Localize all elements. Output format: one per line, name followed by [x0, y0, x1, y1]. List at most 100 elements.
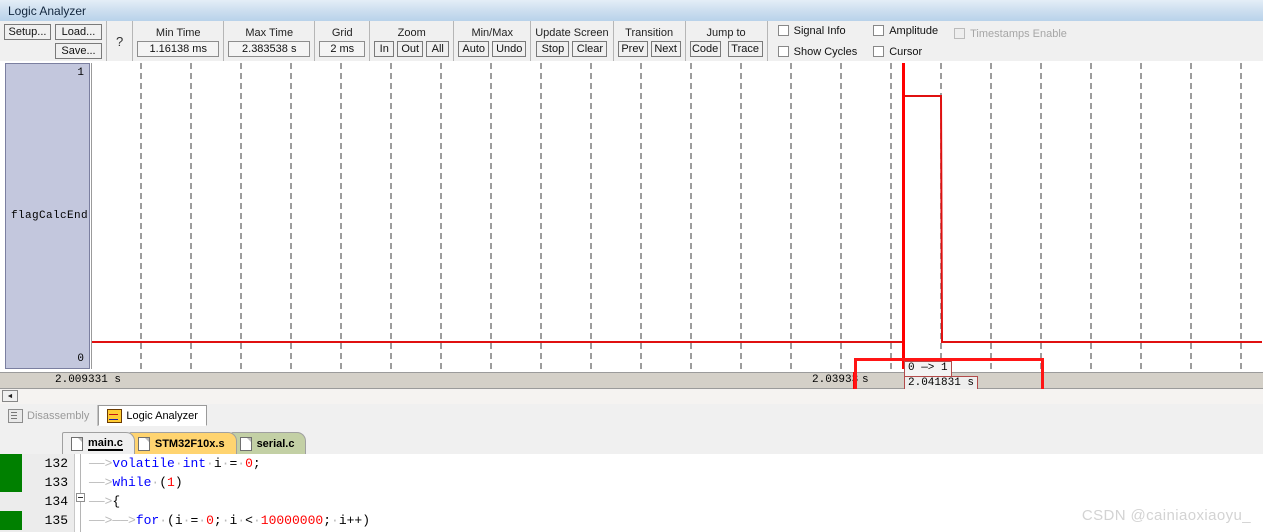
window-title: Logic Analyzer	[8, 3, 87, 18]
signal-info-checkbox[interactable]	[777, 25, 789, 36]
code-coverage-marker	[0, 511, 22, 530]
transition-prev-button[interactable]: Prev	[617, 41, 648, 57]
jump-to-code-button[interactable]: Code	[689, 41, 721, 57]
signal-waveform	[92, 95, 1262, 343]
cursor-checkbox-row[interactable]: Cursor	[873, 43, 938, 60]
timestamps-enable-checkbox-row: Timestamps Enable	[954, 25, 1067, 42]
help-group: ?	[107, 21, 134, 61]
transition-group: Transition Prev Next	[614, 21, 686, 61]
code-line: ——>while·(1)	[89, 475, 183, 490]
fold-gutter[interactable]	[75, 454, 89, 532]
time-cursor-line[interactable]	[902, 63, 905, 369]
transition-label: Transition	[625, 26, 674, 39]
cursor-label: Cursor	[889, 45, 923, 58]
file-tab-main-c[interactable]: main.c	[62, 432, 135, 454]
file-buttons-group: Setup... Load... Save...	[0, 21, 107, 61]
line-number: 133	[44, 475, 68, 490]
amplitude-checkbox[interactable]	[873, 25, 885, 36]
file-tab-serial-c[interactable]: serial.c	[230, 432, 307, 454]
line-number: 135	[44, 513, 68, 528]
line-number: 132	[44, 456, 68, 471]
zoom-out-button[interactable]: Out	[397, 41, 424, 57]
amplitude-label: Amplitude	[889, 24, 939, 37]
file-tab-bar: main.c STM32F10x.s serial.c	[0, 426, 1263, 455]
zoom-all-button[interactable]: All	[426, 41, 450, 57]
toolbar: Setup... Load... Save... ? Min Time 1.16…	[0, 21, 1263, 62]
jump-to-group: Jump to Code Trace	[686, 21, 768, 61]
show-cycles-checkbox[interactable]	[777, 46, 789, 57]
signal-info-checkbox-row[interactable]: Signal Info	[777, 22, 858, 39]
clear-button[interactable]: Clear	[572, 41, 608, 57]
line-number: 134	[44, 494, 68, 509]
signal-name: flagCalcEnd	[11, 210, 89, 222]
file-tab-main-c-label: main.c	[88, 436, 123, 451]
watermark: CSDN @cainiaoxiaoyu_	[1081, 507, 1251, 524]
max-time-field[interactable]: 2.383538 s	[228, 41, 311, 57]
code-coverage-marker	[0, 454, 22, 473]
min-time-group: Min Time 1.16138 ms	[133, 21, 225, 61]
jump-to-trace-button[interactable]: Trace	[727, 41, 763, 57]
amplitude-checkbox-row[interactable]: Amplitude	[873, 22, 938, 39]
ruler-unit: s	[862, 374, 869, 386]
update-screen-group: Update Screen Stop Clear	[531, 21, 614, 61]
min-time-field[interactable]: 1.16138 ms	[137, 41, 220, 57]
zoom-label: Zoom	[397, 26, 426, 39]
show-cycles-label: Show Cycles	[793, 45, 858, 58]
file-tab-stm32f10x-s[interactable]: STM32F10x.s	[128, 432, 237, 454]
transition-annotation: 0 —> 1	[904, 361, 952, 377]
cursor-checkbox[interactable]	[873, 46, 885, 57]
transition-next-button[interactable]: Next	[650, 41, 681, 57]
window-titlebar: Logic Analyzer	[0, 0, 1263, 22]
ruler-cursor-marker	[853, 372, 856, 389]
file-icon	[71, 436, 83, 451]
tab-logic-analyzer[interactable]: Logic Analyzer	[98, 405, 207, 426]
minmax-undo-button[interactable]: Undo	[492, 41, 527, 57]
disassembly-icon	[8, 408, 23, 423]
breakpoint-margin[interactable]	[0, 454, 22, 532]
ruler-left-time: 2.009331 s	[55, 374, 122, 386]
logic-analyzer-icon	[107, 408, 123, 423]
signal-info-label: Signal Info	[793, 24, 846, 37]
stop-button[interactable]: Stop	[536, 41, 570, 57]
fold-guide-line	[80, 502, 81, 532]
setup-button[interactable]: Setup...	[4, 23, 51, 40]
line-number-gutter: 132 133 134 135	[22, 454, 75, 532]
update-screen-label: Update Screen	[535, 26, 609, 39]
waveform-panel: 1 flagCalcEnd 0	[0, 61, 1263, 372]
file-tab-stm32f10x-s-label: STM32F10x.s	[154, 437, 225, 450]
load-button[interactable]: Load...	[55, 23, 102, 40]
signal-list[interactable]: 1 flagCalcEnd 0	[5, 63, 90, 369]
minmax-auto-button[interactable]: Auto	[458, 41, 490, 57]
code-coverage-marker	[0, 473, 22, 492]
file-tab-serial-c-label: serial.c	[256, 437, 295, 450]
timestamps-enable-label: Timestamps Enable	[970, 27, 1067, 40]
file-icon	[137, 436, 150, 451]
min-time-label: Min Time	[155, 26, 201, 39]
fold-collapse-icon[interactable]	[76, 493, 85, 502]
zoom-in-button[interactable]: In	[374, 41, 395, 57]
grid-label: Grid	[331, 26, 353, 39]
timestamps-enable-checkbox	[954, 28, 966, 39]
tab-disassembly[interactable]: Disassembly	[0, 405, 99, 426]
fold-guide-line	[80, 454, 81, 493]
show-cycles-checkbox-row[interactable]: Show Cycles	[777, 43, 858, 60]
grid-field[interactable]: 2 ms	[319, 41, 366, 57]
min-max-group: Min/Max Auto Undo	[454, 21, 532, 61]
help-button[interactable]: ?	[111, 24, 128, 58]
view-tab-bar: Disassembly Logic Analyzer	[0, 404, 1263, 427]
grid-group: Grid 2 ms	[315, 21, 371, 61]
code-editor[interactable]: 132 133 134 135 ——>volatile·int·i·=·0; —…	[0, 454, 1263, 532]
max-time-group: Max Time 2.383538 s	[224, 21, 316, 61]
save-button[interactable]: Save...	[55, 42, 102, 59]
tab-logic-analyzer-label: Logic Analyzer	[126, 409, 198, 422]
max-time-label: Max Time	[245, 26, 294, 39]
zoom-group: Zoom In Out All	[370, 21, 455, 61]
ruler-right-time: 2.03933	[812, 374, 859, 386]
scroll-left-arrow-icon[interactable]: ◄	[2, 390, 18, 402]
horizontal-scrollbar[interactable]: ◄	[0, 389, 1263, 405]
time-ruler[interactable]: 2.009331 s 2.03933 s	[0, 372, 1263, 389]
code-line: ——>volatile·int·i·=·0;	[89, 456, 261, 471]
waveform-plot[interactable]	[91, 63, 1262, 369]
min-max-label: Min/Max	[471, 26, 514, 39]
jump-to-label: Jump to	[706, 26, 746, 39]
